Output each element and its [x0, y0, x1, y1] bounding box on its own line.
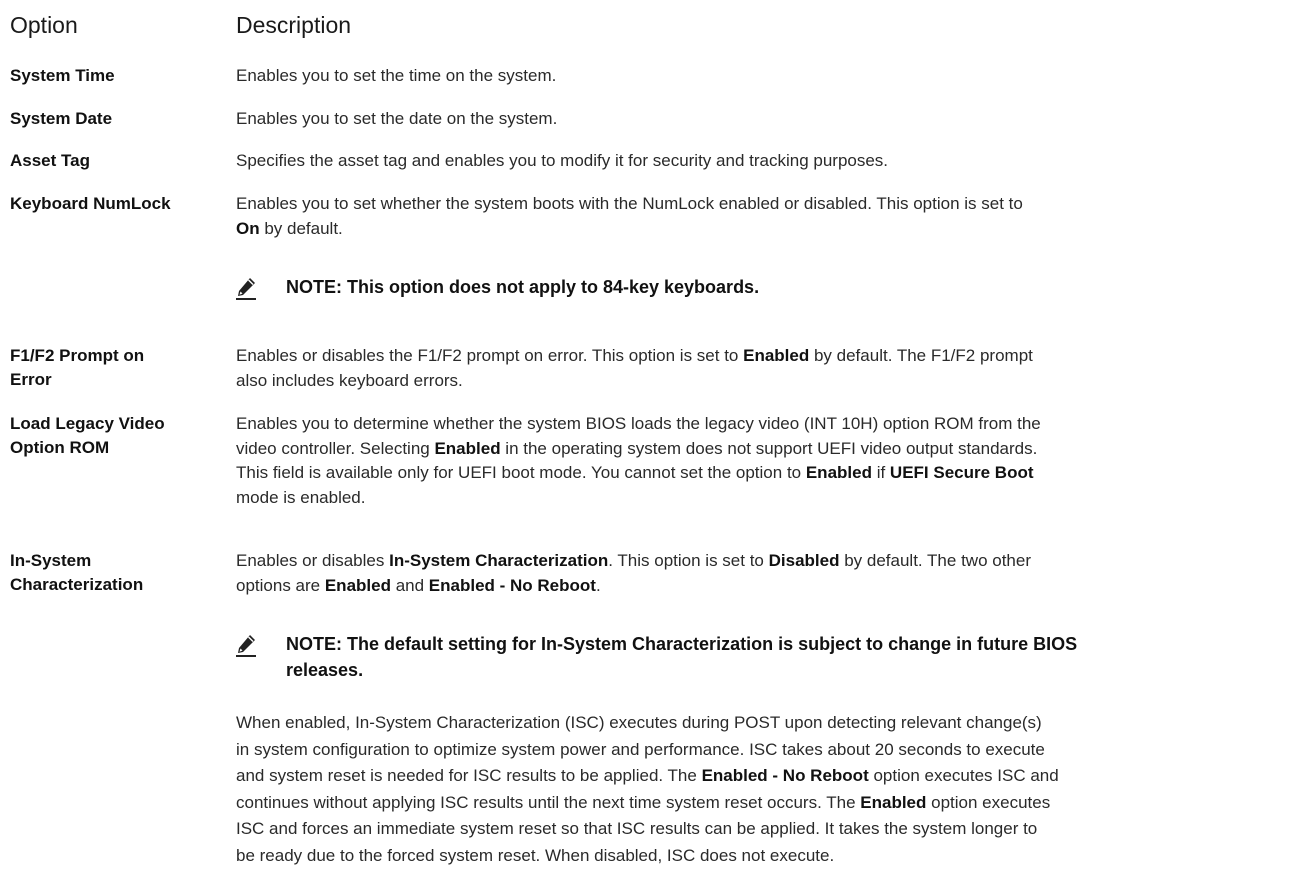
desc-text: by default.	[259, 218, 343, 238]
description-load-legacy-video-rom: Enables you to determine whether the sys…	[236, 412, 1314, 510]
option-f1f2-prompt-on-error: F1/F2 Prompt on Error	[10, 344, 225, 392]
note-in-system-characterization: NOTE: The default setting for In-System …	[236, 631, 1314, 687]
bold-value: Enabled	[324, 575, 391, 595]
bold-value: Enabled - No Reboot	[428, 575, 596, 595]
desc-text: option executes ISC and	[868, 766, 1059, 785]
paragraph-line: in system configuration to optimize syst…	[236, 739, 1045, 759]
note-text: NOTE: This option does not apply to 84-k…	[286, 277, 760, 297]
desc-text: and	[390, 575, 429, 595]
option-line: Option ROM	[10, 438, 110, 457]
bold-value: Enabled	[434, 438, 501, 458]
desc-line: Enables or disables the F1/F2 prompt on …	[236, 344, 1314, 369]
paragraph-line: be ready due to the forced system reset.…	[236, 845, 835, 865]
option-line: Error	[10, 370, 52, 389]
pencil-note-icon	[236, 278, 256, 300]
option-in-system-characterization: In-System Characterization	[10, 549, 225, 597]
column-header-option: Option	[10, 12, 78, 38]
description-system-time: Enables you to set the time on the syste…	[236, 66, 557, 85]
desc-text: and system reset is needed for ISC resul…	[236, 766, 702, 785]
paragraph-line: continues without applying ISC results u…	[236, 790, 1314, 817]
bold-value: Enabled	[860, 792, 927, 812]
bold-value: In-System Characterization	[389, 551, 609, 570]
desc-text: video controller. Selecting	[236, 438, 435, 458]
desc-text: by default. The two other	[839, 551, 1031, 570]
bold-value: Disabled	[768, 551, 840, 570]
option-line: F1/F2 Prompt on	[10, 346, 145, 365]
desc-line: Enables or disables In-System Characteri…	[236, 549, 1314, 574]
option-line: In-System	[10, 551, 92, 570]
option-line: Characterization	[10, 575, 144, 594]
paragraph-line: ISC and forces an immediate system reset…	[236, 819, 1038, 838]
pencil-note-icon	[236, 635, 256, 657]
note-line: NOTE: The default setting for In-System …	[286, 634, 1078, 654]
paragraph-isc-details: When enabled, In-System Characterization…	[236, 710, 1314, 869]
desc-text: continues without applying ISC results u…	[236, 792, 861, 812]
desc-text: .	[595, 575, 601, 595]
paragraph-line: When enabled, In-System Characterization…	[236, 713, 1042, 732]
option-line: Load Legacy Video	[10, 414, 165, 433]
desc-text: if	[871, 463, 890, 482]
bold-value: Enabled - No Reboot	[701, 766, 869, 785]
option-load-legacy-video-rom: Load Legacy Video Option ROM	[10, 412, 225, 460]
desc-line: mode is enabled.	[236, 487, 366, 507]
option-asset-tag: Asset Tag	[10, 151, 90, 170]
bold-value: Enabled	[743, 346, 810, 365]
description-asset-tag: Specifies the asset tag and enables you …	[236, 151, 889, 170]
option-system-date: System Date	[10, 109, 113, 128]
desc-line: On by default.	[236, 217, 1314, 242]
desc-line: This field is available only for UEFI bo…	[236, 461, 1314, 486]
desc-text: Enables or disables	[236, 551, 390, 570]
desc-text: This field is available only for UEFI bo…	[236, 463, 806, 482]
bold-value: On	[236, 218, 260, 238]
description-in-system-characterization: Enables or disables In-System Characteri…	[236, 549, 1314, 598]
option-system-time: System Time	[10, 66, 115, 85]
desc-text: Enables or disables the F1/F2 prompt on …	[236, 346, 744, 365]
desc-line: video controller. Selecting Enabled in t…	[236, 437, 1314, 462]
desc-line: options are Enabled and Enabled - No Reb…	[236, 574, 1314, 599]
desc-text: by default. The F1/F2 prompt	[809, 346, 1033, 365]
description-system-date: Enables you to set the date on the syste…	[236, 109, 558, 128]
note-line: releases.	[286, 660, 364, 680]
desc-text: option executes	[926, 792, 1051, 812]
desc-text: options are	[236, 575, 325, 595]
desc-line: Enables you to determine whether the sys…	[236, 414, 1041, 433]
desc-line: Enables you to set whether the system bo…	[236, 194, 1023, 213]
desc-text: in the operating system does not support…	[500, 438, 1038, 458]
desc-line: also includes keyboard errors.	[236, 370, 463, 390]
note-keyboard-numlock: NOTE: This option does not apply to 84-k…	[236, 274, 1314, 330]
bold-value: Enabled	[805, 463, 872, 482]
paragraph-line: and system reset is needed for ISC resul…	[236, 763, 1314, 790]
bold-value: UEFI Secure Boot	[889, 463, 1034, 482]
note-text: NOTE: The default setting for In-System …	[286, 631, 1077, 683]
desc-text: . This option is set to	[608, 551, 769, 570]
description-keyboard-numlock: Enables you to set whether the system bo…	[236, 192, 1314, 241]
option-keyboard-numlock: Keyboard NumLock	[10, 194, 171, 213]
column-header-description: Description	[236, 12, 352, 38]
description-f1f2-prompt: Enables or disables the F1/F2 prompt on …	[236, 344, 1314, 393]
